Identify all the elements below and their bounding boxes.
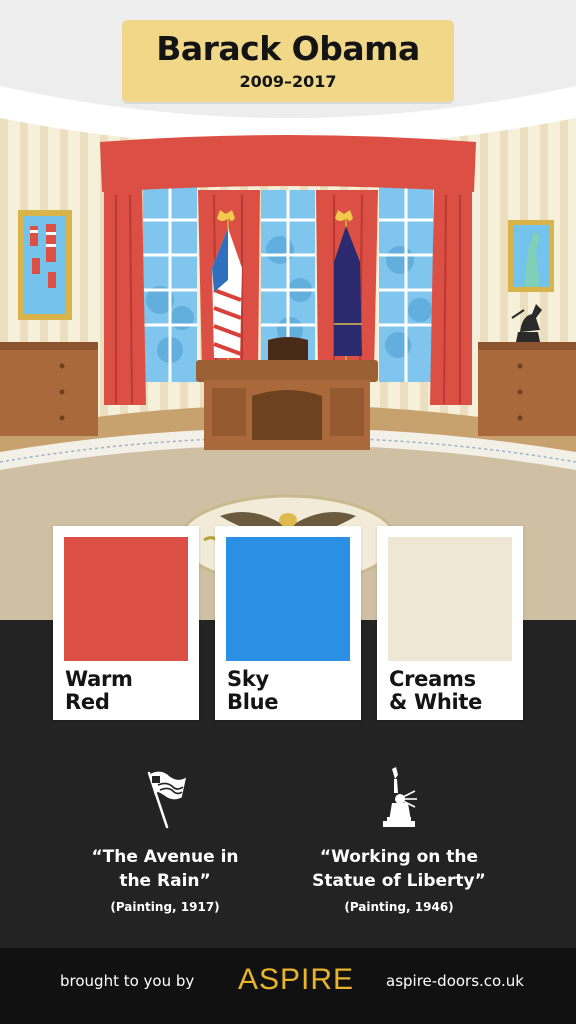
swatch-label: Warm Red: [65, 667, 133, 714]
fact-avenue-in-the-rain: “The Avenue in the Rain” (Painting, 1917…: [35, 765, 295, 915]
swatch-card-creams-white: Creams & White: [377, 526, 523, 720]
fact-subtitle: (Painting, 1946): [344, 900, 454, 914]
desk-chair: [268, 337, 308, 362]
fact-quote: “The Avenue in the Rain”: [91, 847, 239, 891]
desk-icon: [196, 360, 378, 450]
footer: brought to you by ASPIRE aspire-doors.co…: [0, 948, 576, 1024]
swatch-color: [64, 537, 188, 661]
fact-quote: “Working on the Statue of Liberty”: [312, 847, 486, 891]
left-dresser: [0, 342, 98, 436]
painting-icon: [18, 210, 72, 320]
fact-statue-of-liberty: “Working on the Statue of Liberty” (Pain…: [269, 765, 529, 915]
swatch-label: Creams & White: [389, 667, 483, 714]
footer-credit-text: brought to you by: [60, 972, 195, 990]
statue-of-liberty-icon: [383, 767, 417, 827]
swatch-color: [388, 537, 512, 661]
title-plaque: Barack Obama 2009–2017: [122, 20, 454, 102]
swatch-label: Sky Blue: [227, 667, 279, 714]
waving-flag-icon: [147, 771, 187, 829]
statue-painting: [508, 220, 554, 292]
swatch-card-sky-blue: Sky Blue: [215, 526, 361, 720]
right-dresser: [478, 342, 576, 436]
swatch-card-warm-red: Warm Red: [53, 526, 199, 720]
president-name: Barack Obama: [156, 29, 420, 68]
aspire-logo[interactable]: ASPIRE: [238, 963, 353, 997]
footer-website-link[interactable]: aspire-doors.co.uk: [386, 971, 524, 991]
swatch-color: [226, 537, 350, 661]
term-years: 2009–2017: [239, 72, 337, 91]
fact-subtitle: (Painting, 1917): [110, 900, 220, 914]
